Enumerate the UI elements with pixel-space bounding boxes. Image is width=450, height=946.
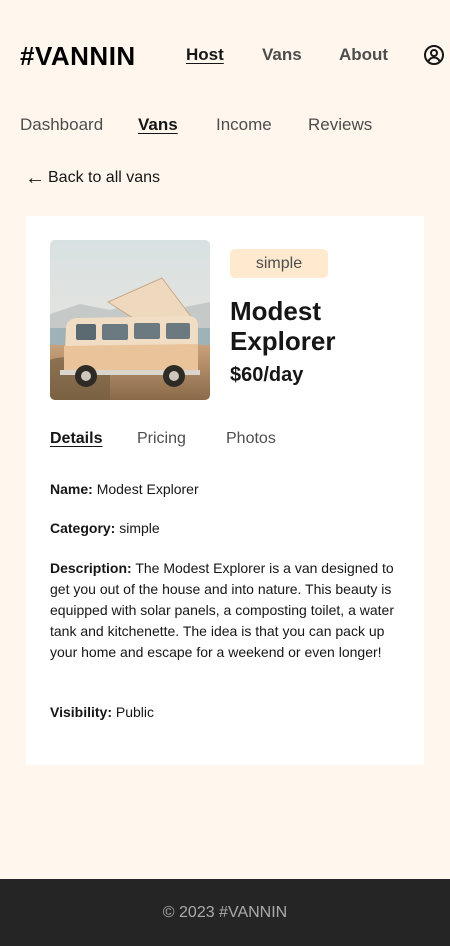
tab-pricing[interactable]: Pricing [137,429,186,449]
nav-link-about[interactable]: About [339,45,388,65]
back-to-vans-link[interactable]: ← Back to all vans [25,168,160,188]
detail-name: Name: Modest Explorer [50,479,402,500]
detail-name-value: Modest Explorer [96,481,199,497]
van-name: Modest Explorer [230,296,336,356]
arrow-left-icon: ← [25,167,45,189]
nav-link-host[interactable]: Host [186,45,224,65]
footer-copyright: © 2023 #VANNIN [162,904,288,921]
van-type-badge: simple [230,249,328,278]
detail-name-label: Name: [50,481,93,497]
van-detail-card: simple Modest Explorer $60/day Details P… [26,216,424,765]
tab-photos[interactable]: Photos [226,429,276,449]
subnav-item-income[interactable]: Income [216,115,272,135]
subnav-item-reviews[interactable]: Reviews [308,115,372,135]
nav-link-vans[interactable]: Vans [262,45,302,65]
subnav-item-dashboard[interactable]: Dashboard [20,115,103,135]
detail-category-value: simple [119,520,160,536]
user-circle-icon[interactable] [423,44,445,66]
van-price: $60/day [230,364,304,386]
site-header: #VANNIN Host Vans About [0,0,450,110]
site-logo[interactable]: #VANNIN [20,40,136,72]
detail-description: Description: The Modest Explorer is a va… [50,558,402,663]
detail-description-label: Description: [50,560,132,576]
detail-visibility-label: Visibility: [50,704,112,720]
detail-visibility-value: Public [115,704,155,720]
tab-details[interactable]: Details [50,429,102,449]
site-footer: © 2023 #VANNIN [0,879,450,946]
detail-category: Category: simple [50,518,402,539]
van-photo [50,240,210,400]
detail-visibility: Visibility: Public [50,702,402,723]
back-link-label: Back to all vans [48,169,161,186]
subnav-item-vans[interactable]: Vans [138,115,178,135]
detail-category-label: Category: [50,520,116,536]
